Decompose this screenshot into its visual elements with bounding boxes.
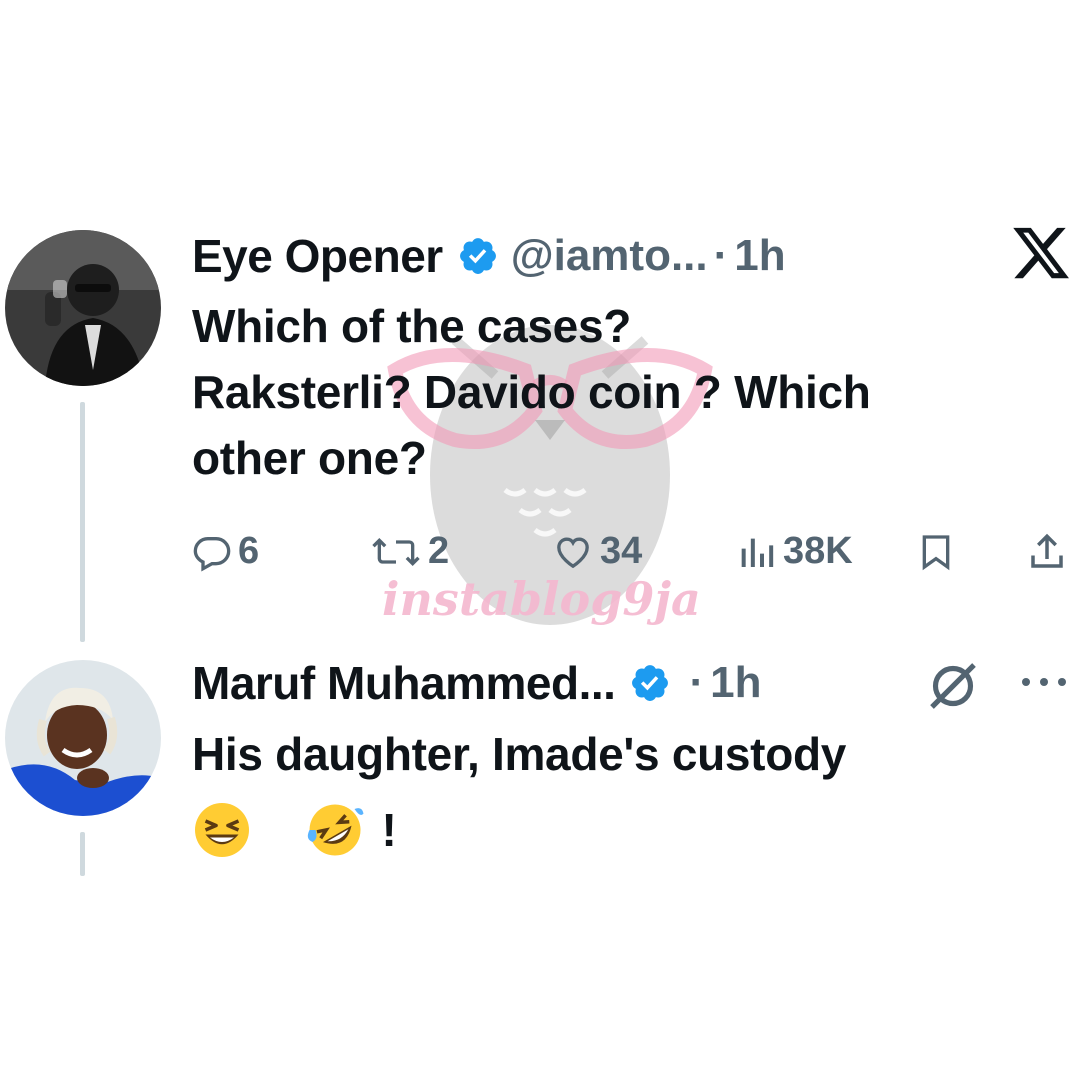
thread-connector-line-2: [80, 832, 85, 876]
tweet2-separator: ·: [689, 658, 705, 707]
avatar-maruf-muhammed[interactable]: [5, 660, 161, 816]
tweet1-text-line: Which of the cases?: [192, 300, 632, 352]
bookmark-button[interactable]: [916, 530, 956, 574]
grok-icon[interactable]: [925, 658, 981, 714]
share-icon: [1031, 533, 1063, 568]
tweet1-separator: ·: [713, 231, 729, 280]
views-button[interactable]: 38K: [737, 530, 853, 573]
tweet1-timestamp[interactable]: 1h: [734, 231, 785, 281]
tweet2-author-name[interactable]: Maruf Muhammed...: [192, 656, 616, 710]
tweet1-text-line: Raksterli? Davido coin ? Which: [192, 366, 871, 418]
tweet1-text-line: other one?: [192, 432, 427, 484]
tweet1-handle[interactable]: @iamto...: [511, 231, 708, 281]
views-count: 38K: [783, 530, 853, 572]
reply-button[interactable]: 6: [192, 530, 259, 573]
bookmark-icon: [922, 535, 950, 571]
x-logo-icon: [1013, 227, 1069, 279]
tweet1-text: Which of the cases? Raksterli? Davido co…: [192, 293, 1012, 491]
tweet1-header: Eye Opener @iamto... · 1h: [192, 226, 786, 286]
grinning-squinting-face-icon: [195, 802, 249, 857]
tweet2-header: Maruf Muhammed... · 1h: [192, 653, 761, 713]
share-button[interactable]: [1026, 530, 1068, 574]
tweet1-author-name[interactable]: Eye Opener: [192, 229, 443, 283]
tweet2-exclamation: !: [381, 803, 397, 856]
retweet-count: 2: [428, 530, 450, 572]
retweet-button[interactable]: 2: [370, 530, 449, 573]
thread-connector-line: [80, 402, 85, 642]
tweet2-text: His daughter, Imade's custody !: [192, 721, 1012, 863]
like-count: 34: [600, 530, 643, 572]
rolling-on-floor-laughing-icon: [307, 804, 364, 856]
like-button[interactable]: 34: [552, 530, 642, 573]
verified-badge-icon: [632, 665, 669, 701]
verified-badge-icon: [459, 238, 496, 274]
like-icon: [557, 536, 589, 568]
more-icon[interactable]: [1018, 672, 1070, 692]
tweet2-emoji-line: !: [192, 793, 1012, 863]
avatar-eye-opener[interactable]: [5, 230, 161, 386]
tweet2-timestamp[interactable]: 1h: [710, 658, 761, 708]
views-icon: [741, 538, 774, 567]
reply-icon: [193, 536, 231, 571]
tweet2-text-line: His daughter, Imade's custody: [192, 728, 847, 780]
reply-count: 6: [238, 530, 260, 572]
watermark-text: instablog9ja: [382, 572, 701, 626]
retweet-icon: [372, 537, 420, 566]
